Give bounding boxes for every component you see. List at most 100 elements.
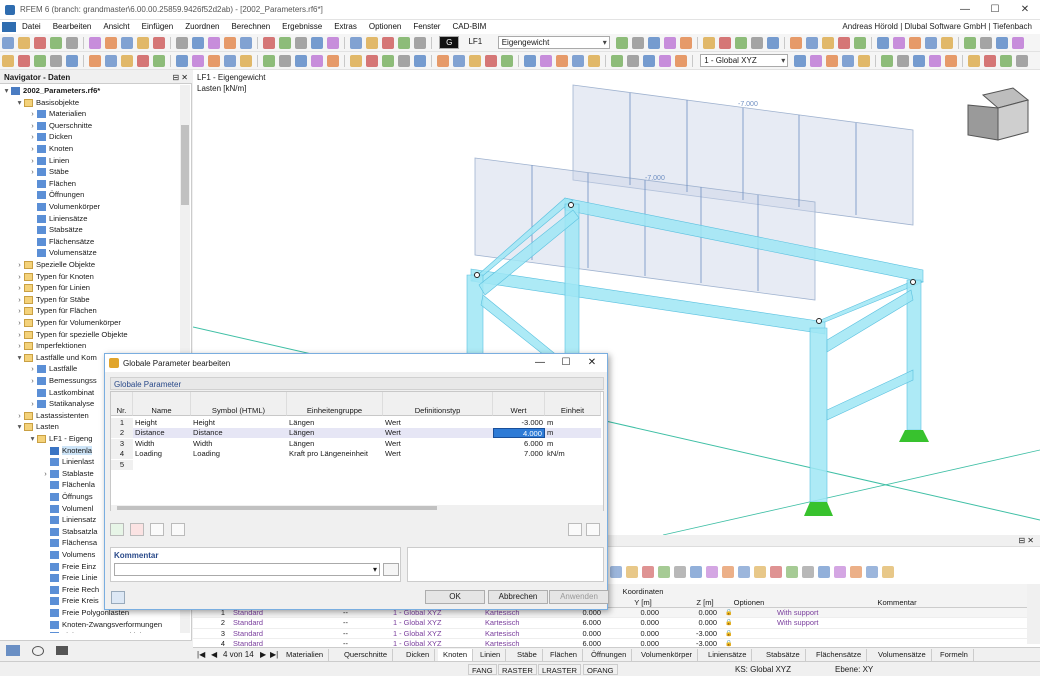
toolbar-button-icon[interactable] [632, 37, 644, 49]
dialog-close-button[interactable]: ✕ [579, 354, 605, 372]
expand-icon[interactable]: › [28, 131, 37, 143]
menu-item[interactable]: Ansicht [97, 20, 135, 34]
node-cell-ref[interactable]: -- [343, 629, 373, 639]
toolbar-button-icon[interactable] [964, 37, 976, 49]
toolbar-button-icon[interactable] [703, 37, 715, 49]
insert-row-icon[interactable] [110, 523, 124, 536]
expand-icon[interactable]: › [28, 398, 37, 410]
tree-item[interactable]: ▾Lasten [15, 421, 59, 433]
node-cell-ref[interactable]: -- [343, 618, 373, 628]
comment-input[interactable]: ▾ [114, 563, 380, 576]
tree-item[interactable]: ›Spezielle Objekte [15, 259, 95, 271]
tree-item[interactable]: Knotenla [41, 445, 92, 457]
toolbar-button-icon[interactable] [524, 55, 536, 67]
toolbar-button-icon[interactable] [913, 55, 925, 67]
maximize-button[interactable]: ☐ [980, 0, 1010, 20]
expand-icon[interactable]: › [28, 166, 37, 178]
toolbar-button-icon[interactable] [941, 37, 953, 49]
toolbar-button-icon[interactable] [398, 55, 410, 67]
toolbar-button-icon[interactable] [2, 55, 14, 67]
apply-button[interactable]: Anwenden [549, 590, 609, 604]
node-cell-y[interactable]: 0.000 [603, 629, 659, 639]
toolbar-button-icon[interactable] [50, 37, 62, 49]
toolbar-button-icon[interactable] [153, 55, 165, 67]
toolbar-button-icon[interactable] [996, 37, 1008, 49]
toolbar-button-icon[interactable] [414, 37, 426, 49]
toolbar-button-icon[interactable] [893, 37, 905, 49]
param-cell-group[interactable]: Längen [287, 439, 383, 449]
toolbar-button-icon[interactable] [89, 37, 101, 49]
param-cell-symbol[interactable]: Distance [191, 428, 287, 438]
param-cell-name[interactable]: Distance [133, 428, 191, 438]
toolbar-button-icon[interactable] [382, 37, 394, 49]
tree-item[interactable]: ›Knoten [28, 143, 73, 155]
toolbar-button-icon[interactable] [350, 55, 362, 67]
toolbar-button-icon[interactable] [398, 37, 410, 49]
toolbar-button-icon[interactable] [66, 37, 78, 49]
toolbar-button-icon[interactable] [240, 55, 252, 67]
toolbar-button-icon[interactable] [105, 55, 117, 67]
toolbar-button-icon[interactable] [311, 37, 323, 49]
tree-item[interactable]: ›Lastassistenten [15, 410, 89, 422]
toolbar-button-icon[interactable] [176, 37, 188, 49]
toolbar-button-icon[interactable] [751, 37, 763, 49]
tab-item[interactable]: Volumenkörper [636, 649, 698, 661]
toolbar-button-icon[interactable] [469, 55, 481, 67]
toolbar-button-icon[interactable] [858, 55, 870, 67]
param-cell-unit[interactable]: m [545, 418, 601, 428]
export-icon[interactable] [568, 523, 582, 536]
toolbar-button-icon[interactable] [643, 55, 655, 67]
toolbar-button-icon[interactable] [925, 37, 937, 49]
node-cell-comment[interactable] [777, 629, 977, 639]
expand-icon[interactable]: › [28, 108, 37, 120]
tab-item[interactable]: Öffnungen [586, 649, 632, 661]
pin-icon[interactable]: ⊟ ✕ [172, 73, 188, 82]
tree-item[interactable]: ›Typen für Linien [15, 282, 90, 294]
toolbar-button-icon[interactable] [735, 37, 747, 49]
node-cell-z[interactable]: 0.000 [661, 618, 717, 628]
toolbar-button-icon[interactable] [153, 37, 165, 49]
param-cell-symbol[interactable]: Height [191, 418, 287, 428]
tree-item[interactable]: Linienlast [41, 456, 94, 468]
tree-item[interactable]: Liniensatz [41, 514, 96, 526]
toolbar-button-icon[interactable] [806, 37, 818, 49]
tree-item[interactable]: Flächensa [41, 537, 97, 549]
tree-item[interactable]: Linien-Zwangsverschiebungen [41, 630, 165, 633]
table-row[interactable]: 3Standard--1 - Global XYZKartesisch0.000… [193, 629, 1027, 639]
tree-item[interactable]: Öffnungen [28, 189, 84, 201]
param-cell-deftype[interactable]: Wert [383, 428, 493, 438]
node-cell-nr[interactable]: 3 [193, 629, 225, 639]
toolbar-button-icon[interactable] [826, 55, 838, 67]
menu-item[interactable]: Optionen [363, 20, 407, 34]
param-cell-value[interactable]: -3.000 [493, 418, 545, 428]
tree-item[interactable]: Flächenla [41, 479, 95, 491]
tab-item[interactable]: Linien [475, 649, 506, 661]
node-cell-cs[interactable]: 1 - Global XYZ [393, 629, 473, 639]
table-tool-icon[interactable] [850, 566, 862, 578]
param-cell-name[interactable]: Width [133, 439, 191, 449]
param-cell-group[interactable]: Längen [287, 418, 383, 428]
toolbar-button-icon[interactable] [34, 55, 46, 67]
tree-item[interactable]: ›Typen für Volumenkörper [15, 317, 121, 329]
toolbar-button-icon[interactable] [680, 37, 692, 49]
cancel-button[interactable]: Abbrechen [488, 590, 548, 604]
toolbar-button-icon[interactable] [327, 37, 339, 49]
toolbar-button-icon[interactable] [790, 37, 802, 49]
tab-item[interactable]: Materialien [281, 649, 329, 661]
expand-icon[interactable]: › [15, 282, 24, 294]
tree-item[interactable]: ›Materialien [28, 108, 86, 120]
toolbar-button-icon[interactable] [611, 55, 623, 67]
tree-item[interactable]: Freie Linie [41, 572, 97, 584]
toolbar-button-icon[interactable] [842, 55, 854, 67]
node-cell-x[interactable]: 0.000 [545, 629, 601, 639]
tree-item[interactable]: Volumens [41, 549, 95, 561]
dialog-maximize-button[interactable]: ☐ [553, 354, 579, 372]
table-tool-icon[interactable] [866, 566, 878, 578]
toolbar-button-icon[interactable] [137, 55, 149, 67]
menu-item[interactable]: Extras [328, 20, 363, 34]
param-cell-name[interactable] [133, 460, 191, 470]
tree-item[interactable]: ▾LF1 - Eigeng [28, 433, 92, 445]
expand-icon[interactable]: › [15, 294, 24, 306]
param-cell-group[interactable] [287, 460, 383, 470]
table-tool-icon[interactable] [706, 566, 718, 578]
